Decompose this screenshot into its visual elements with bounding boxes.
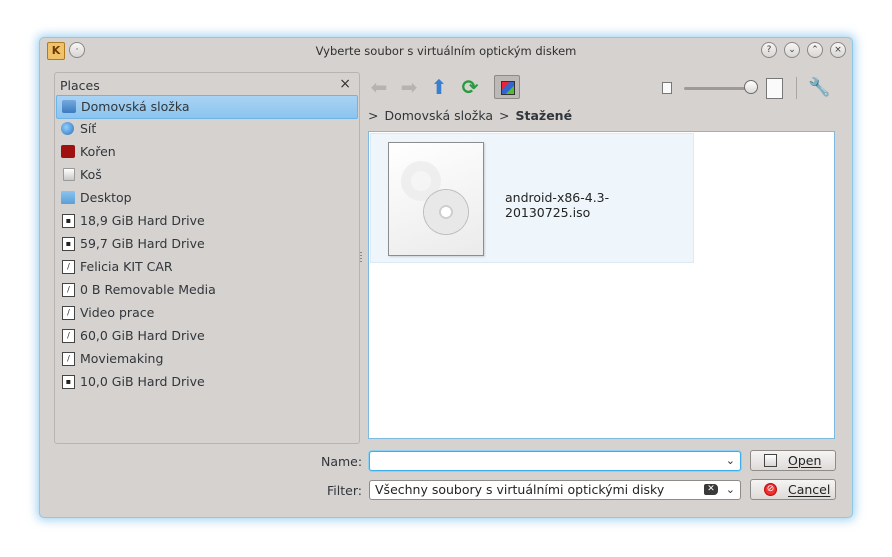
- hard-drive-icon: ▪: [62, 237, 75, 251]
- place-item-trash[interactable]: Koš: [56, 164, 358, 186]
- chevron-down-icon[interactable]: ⌄: [726, 452, 735, 470]
- file-view[interactable]: android-x86-4.3-20130725.iso: [368, 131, 835, 439]
- place-item-root[interactable]: Kořen: [56, 141, 358, 163]
- place-label: Felicia KIT CAR: [80, 259, 173, 274]
- file-dialog-window: K · Vyberte soubor s virtuálním optickým…: [40, 38, 852, 517]
- zoom-slider-handle[interactable]: [744, 80, 758, 94]
- place-label: 0 B Removable Media: [80, 282, 216, 297]
- preview-toggle-button[interactable]: [494, 75, 520, 99]
- help-button[interactable]: ?: [761, 42, 777, 58]
- preview-image-icon: [501, 81, 515, 95]
- panel-splitter-handle[interactable]: [360, 252, 362, 262]
- filter-value: Všechny soubory s virtuálními optickými …: [375, 482, 665, 497]
- forward-arrow-icon[interactable]: ➡: [398, 75, 420, 99]
- place-label: 10,0 GiB Hard Drive: [80, 374, 205, 389]
- hard-drive-icon: /: [62, 260, 75, 274]
- minimize-button[interactable]: ⌄: [784, 42, 800, 58]
- place-item-drive[interactable]: / 60,0 GiB Hard Drive: [56, 325, 358, 347]
- cancel-button-label: Cancel: [788, 482, 831, 497]
- place-item-removable[interactable]: / 0 B Removable Media: [56, 279, 358, 301]
- place-item-drive[interactable]: / Video prace: [56, 302, 358, 324]
- toolbar-divider: [796, 77, 797, 99]
- chevron-down-icon[interactable]: ⌄: [726, 481, 735, 499]
- place-item-drive[interactable]: ▪ 59,7 GiB Hard Drive: [56, 233, 358, 255]
- open-file-icon: [764, 454, 777, 467]
- place-label: 18,9 GiB Hard Drive: [80, 213, 205, 228]
- hard-drive-icon: /: [62, 329, 75, 343]
- root-folder-icon: [61, 145, 75, 158]
- place-label: 59,7 GiB Hard Drive: [80, 236, 205, 251]
- home-folder-icon: [62, 100, 76, 113]
- hard-drive-icon: /: [62, 306, 75, 320]
- place-label: Moviemaking: [80, 351, 164, 366]
- disc-icon: [423, 189, 469, 235]
- up-arrow-icon[interactable]: ⬆: [428, 75, 450, 99]
- place-label: Desktop: [80, 190, 132, 205]
- file-item[interactable]: android-x86-4.3-20130725.iso: [370, 133, 694, 263]
- name-input[interactable]: ⌄: [369, 451, 741, 471]
- places-close-icon[interactable]: ×: [339, 76, 351, 92]
- trash-icon: [63, 168, 75, 181]
- place-label: Koš: [80, 167, 102, 182]
- maximize-button[interactable]: ⌃: [807, 42, 823, 58]
- desktop-folder-icon: [61, 191, 75, 204]
- window-title: Vyberte soubor s virtuálním optickým dis…: [315, 44, 577, 58]
- place-label: Domovská složka: [81, 99, 190, 114]
- filter-label: Filter:: [327, 483, 362, 498]
- zoom-in-icon[interactable]: [766, 78, 783, 99]
- cancel-button[interactable]: ⊘ Cancel: [750, 479, 836, 500]
- optical-disc-image-icon: [388, 142, 484, 256]
- network-icon: [61, 122, 74, 135]
- reload-icon[interactable]: ⟳: [459, 75, 481, 99]
- places-header: Places: [60, 78, 100, 93]
- options-wrench-icon[interactable]: 🔧: [808, 76, 834, 100]
- place-item-drive[interactable]: / Moviemaking: [56, 348, 358, 370]
- open-button[interactable]: Open: [750, 450, 836, 471]
- place-item-drive[interactable]: ▪ 18,9 GiB Hard Drive: [56, 210, 358, 232]
- removable-media-icon: /: [62, 283, 75, 297]
- place-item-drive[interactable]: / Felicia KIT CAR: [56, 256, 358, 278]
- place-label: Síť: [80, 121, 97, 136]
- file-name: android-x86-4.3-20130725.iso: [505, 190, 610, 220]
- place-label: 60,0 GiB Hard Drive: [80, 328, 205, 343]
- hard-drive-icon: /: [62, 352, 75, 366]
- close-button[interactable]: ×: [830, 42, 846, 58]
- place-label: Kořen: [80, 144, 116, 159]
- breadcrumb-item-current[interactable]: Stažené: [516, 108, 573, 123]
- cancel-icon: ⊘: [764, 483, 777, 496]
- place-item-network[interactable]: Síť: [56, 118, 358, 140]
- places-panel: Places × Domovská složka Síť Kořen Koš D…: [54, 72, 360, 444]
- place-label: Video prace: [80, 305, 155, 320]
- titlebar[interactable]: K · Vyberte soubor s virtuálním optickým…: [40, 38, 852, 64]
- name-label: Name:: [321, 454, 363, 469]
- breadcrumb: > Domovská složka > Stažené: [368, 107, 578, 125]
- breadcrumb-separator-icon[interactable]: >: [499, 108, 509, 123]
- clear-text-icon[interactable]: ✕: [704, 484, 718, 495]
- place-item-drive[interactable]: ▪ 10,0 GiB Hard Drive: [56, 371, 358, 393]
- filter-select[interactable]: Všechny soubory s virtuálními optickými …: [369, 480, 741, 500]
- place-item-desktop[interactable]: Desktop: [56, 187, 358, 209]
- breadcrumb-separator-icon[interactable]: >: [368, 108, 378, 123]
- toolbar: ⬅ ➡ ⬆ ⟳ 🔧: [368, 75, 838, 101]
- place-item-home[interactable]: Domovská složka: [56, 95, 358, 119]
- hard-drive-icon: ▪: [62, 375, 75, 389]
- breadcrumb-item-home[interactable]: Domovská složka: [384, 108, 493, 123]
- hard-drive-icon: ▪: [62, 214, 75, 228]
- open-button-label: Open: [788, 453, 822, 468]
- back-arrow-icon[interactable]: ⬅: [368, 75, 390, 99]
- zoom-out-icon[interactable]: [662, 82, 672, 94]
